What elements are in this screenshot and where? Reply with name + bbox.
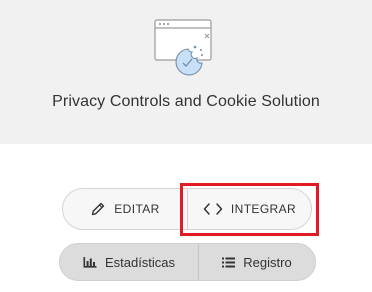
pencil-icon [90,201,106,217]
bar-chart-icon [83,256,97,268]
action-button-group: EDITAR INTEGRAR [62,188,312,230]
view-button-group: Estadísticas Registro [59,243,316,281]
code-icon [203,202,223,216]
page-title: Privacy Controls and Cookie Solution [52,93,320,110]
statistics-button-label: Estadísticas [104,254,176,270]
edit-button[interactable]: EDITAR [63,189,187,229]
log-button[interactable]: Registro [198,244,315,280]
integrate-button-label: INTEGRAR [230,202,297,216]
browser-window-cookie-icon [154,19,216,84]
header: Privacy Controls and Cookie Solution [0,0,372,144]
edit-button-label: EDITAR [114,202,160,216]
statistics-button[interactable]: Estadísticas [60,244,198,280]
integrate-button[interactable]: INTEGRAR [187,189,311,229]
log-button-label: Registro [243,254,292,270]
list-icon [222,257,236,268]
